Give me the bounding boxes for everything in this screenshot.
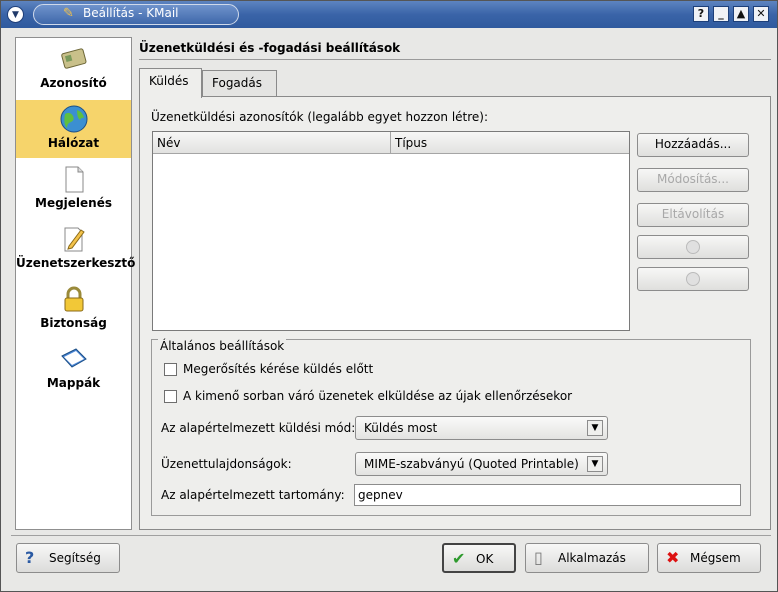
send-mode-label: Az alapértelmezett küldési mód: [161, 421, 356, 435]
close-icon[interactable]: ✕ [753, 6, 769, 22]
sidebar-item-label: Üzenetszerkesztő [16, 256, 136, 270]
column-label: Típus [395, 136, 428, 150]
send-queued-checkbox[interactable] [164, 390, 177, 403]
identities-list[interactable]: Név Típus [152, 131, 630, 331]
help-button-label: Segítség [49, 551, 101, 565]
document-icon [59, 164, 89, 194]
padlock-icon [59, 284, 89, 314]
sidebar-item-label: Mappák [46, 376, 101, 390]
help-icon[interactable]: ? [693, 6, 709, 22]
general-settings-legend: Általános beállítások [158, 339, 287, 353]
sidebar-item-appearance[interactable]: Megjelenés [16, 160, 131, 218]
chevron-down-icon: ▼ [587, 456, 603, 472]
maximize-icon[interactable]: ▲ [733, 6, 749, 22]
domain-input[interactable]: gepnev [354, 484, 741, 506]
message-props-label: Üzenettulajdonságok: [161, 457, 292, 471]
question-icon: ? [25, 548, 35, 567]
tab-label: Küldés [149, 74, 189, 88]
add-button[interactable]: Hozzáadás... [637, 133, 749, 157]
globe-icon [59, 104, 89, 134]
minimize-icon[interactable]: _ [713, 6, 729, 22]
sidebar-item-network[interactable]: Hálózat [16, 100, 131, 158]
divider [139, 59, 771, 60]
identities-label: Üzenetküldési azonosítók (legalább egyet… [151, 110, 489, 124]
window-title: Beállítás - KMail [83, 6, 179, 20]
help-button[interactable]: ? Segítség [16, 543, 120, 573]
domain-label: Az alapértelmezett tartomány: [161, 488, 345, 502]
message-props-value: MIME-szabványú (Quoted Printable) [364, 457, 579, 471]
identity-card-icon [59, 44, 89, 74]
tab-label: Fogadás [212, 76, 263, 90]
sidebar-item-label: Biztonság [40, 316, 107, 330]
send-queued-label: A kimenő sorban váró üzenetek elküldése … [183, 389, 573, 403]
move-down-button[interactable] [637, 267, 749, 291]
sidebar-item-label: Azonosító [40, 76, 107, 90]
sidebar-item-label: Hálózat [47, 136, 100, 150]
circle-icon [686, 272, 700, 286]
apply-button[interactable]: ▯ Alkalmazás [525, 543, 649, 573]
circle-icon [686, 240, 700, 254]
send-mode-value: Küldés most [364, 421, 438, 435]
title-bar[interactable]: ▼ ✎ Beállítás - KMail ? _ ▲ ✕ [1, 1, 777, 28]
settings-window: ▼ ✎ Beállítás - KMail ? _ ▲ ✕ Azonosító … [0, 0, 778, 592]
confirm-send-label: Megerősítés kérése küldés előtt [183, 362, 374, 376]
column-header-type[interactable]: Típus [391, 132, 629, 154]
modify-button[interactable]: Módosítás... [637, 168, 749, 192]
chevron-down-icon: ▼ [587, 420, 603, 436]
remove-button[interactable]: Eltávolítás [637, 203, 749, 227]
sidebar-item-folders[interactable]: Mappák [16, 340, 131, 398]
cancel-button[interactable]: ✖ Mégsem [657, 543, 761, 573]
ok-button-label: OK [476, 552, 494, 566]
ok-button[interactable]: ✔ OK [442, 543, 516, 573]
checkmark-icon: ✔ [452, 549, 466, 568]
pen-paper-icon [59, 224, 89, 254]
sidebar-item-identity[interactable]: Azonosító [16, 40, 131, 98]
category-list[interactable]: Azonosító Hálózat Megjelenés Üzenetszerk… [15, 37, 136, 530]
cancel-button-label: Mégsem [690, 551, 741, 565]
tab-sending[interactable]: Küldés [139, 68, 202, 98]
send-mode-select[interactable]: Küldés most ▼ [355, 416, 608, 440]
column-header-name[interactable]: Név [153, 132, 391, 154]
sidebar-item-composer[interactable]: Üzenetszerkesztő [16, 220, 136, 278]
sidebar-item-security[interactable]: Biztonság [16, 280, 131, 338]
footer-divider [11, 535, 771, 536]
sidebar-item-label: Megjelenés [35, 196, 112, 210]
apply-button-label: Alkalmazás [558, 551, 626, 565]
window-menu-icon[interactable]: ▼ [7, 6, 24, 23]
confirm-send-checkbox[interactable] [164, 363, 177, 376]
move-up-button[interactable] [637, 235, 749, 259]
column-label: Név [157, 136, 181, 150]
tab-receiving[interactable]: Fogadás [202, 70, 277, 97]
message-props-select[interactable]: MIME-szabványú (Quoted Printable) ▼ [355, 452, 608, 476]
cancel-x-icon: ✖ [666, 548, 680, 567]
document-icon: ▯ [534, 548, 543, 567]
page-title: Üzenetküldési és -fogadási beállítások [139, 41, 401, 55]
folder-icon [59, 344, 89, 374]
kmail-icon: ✎ [63, 6, 74, 21]
